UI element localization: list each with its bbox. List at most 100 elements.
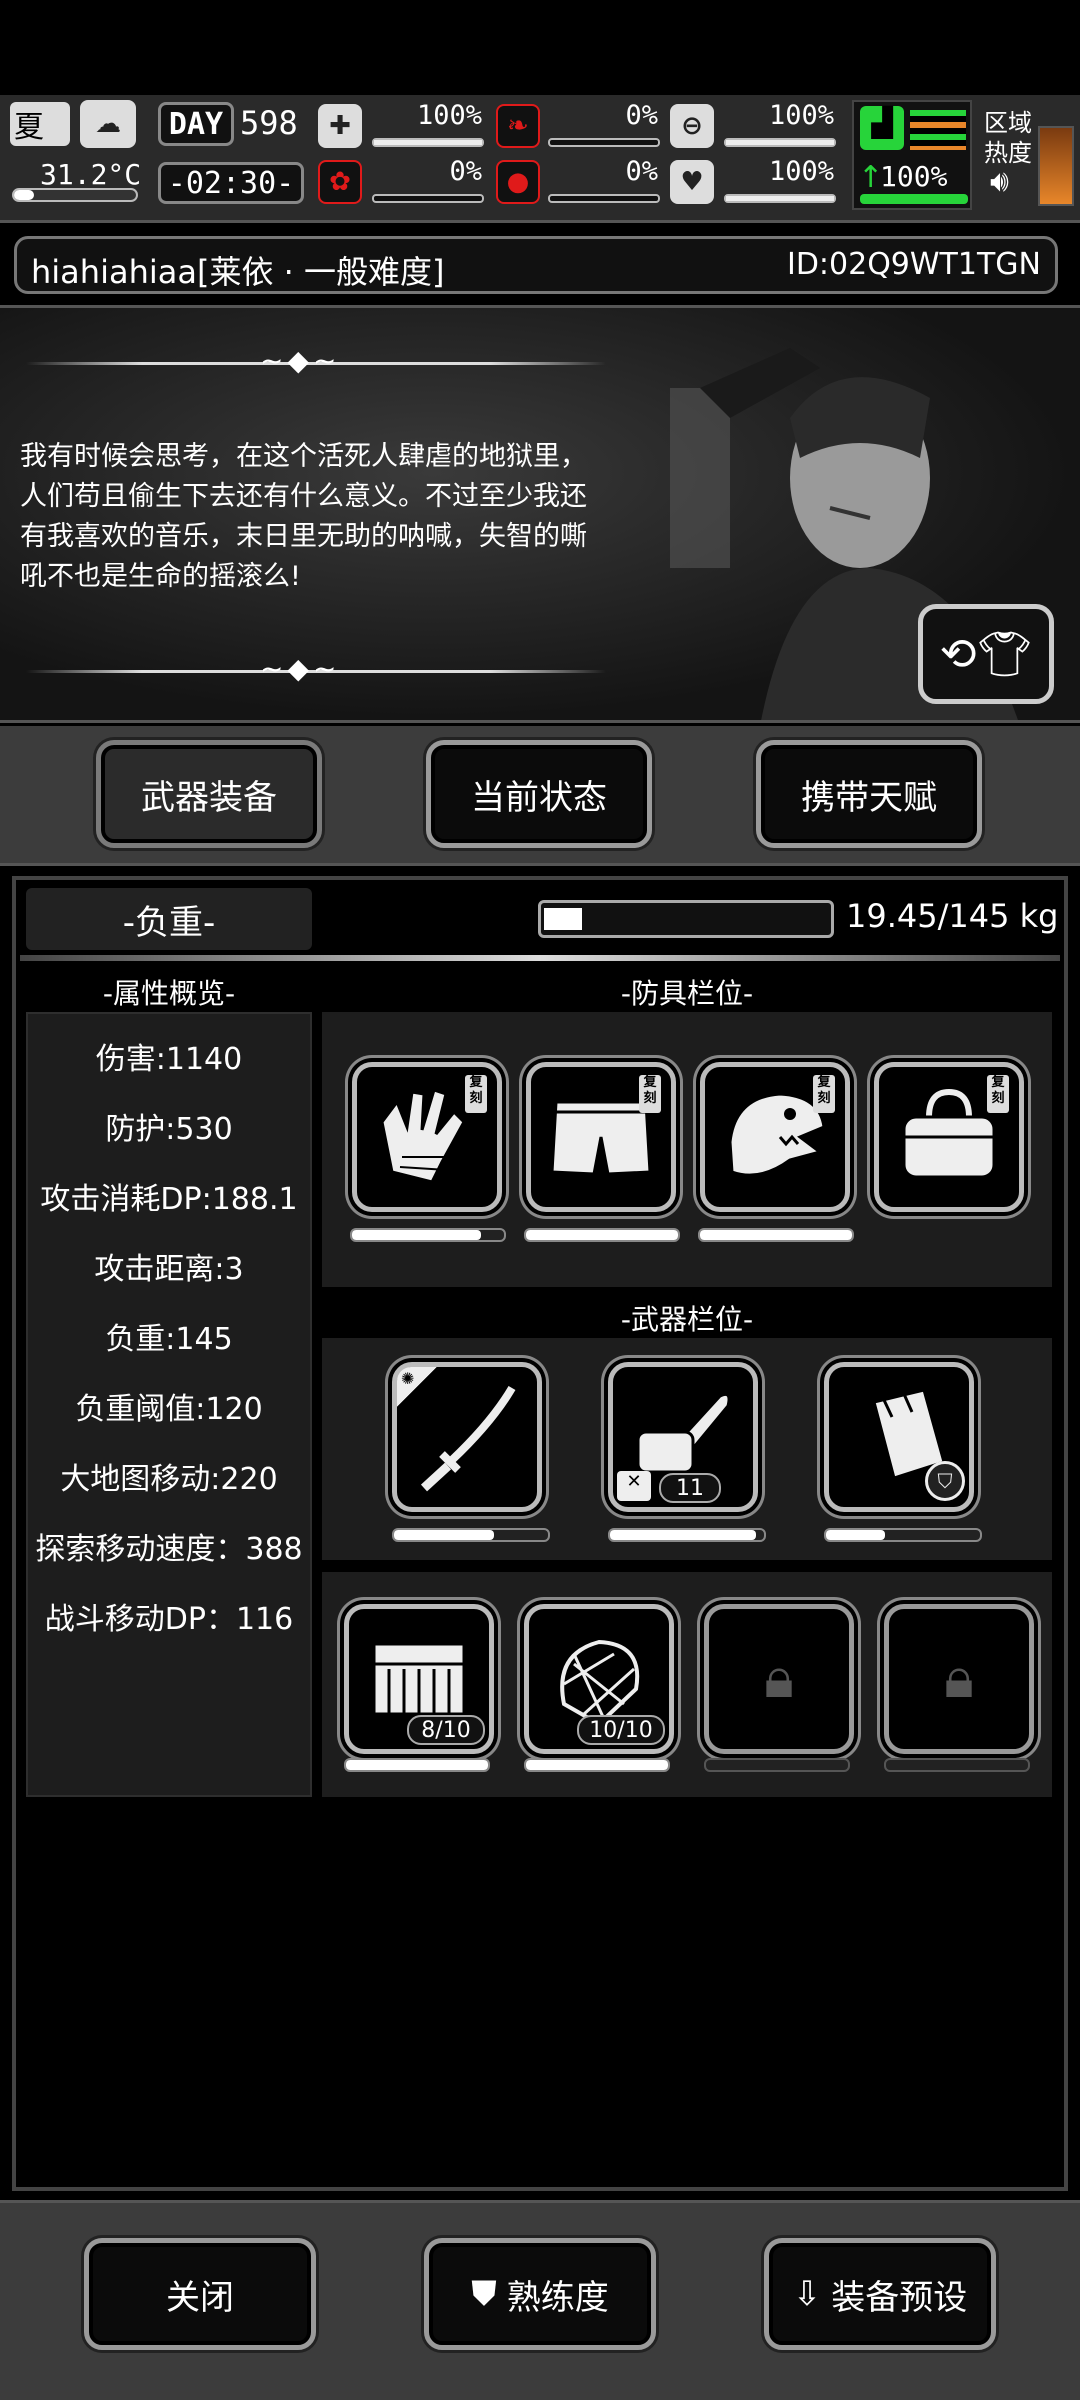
weapon-slot-katana[interactable]: ✺: [392, 1362, 542, 1512]
armor-durability-2: [698, 1228, 854, 1242]
proficiency-button[interactable]: ⛊ 熟练度: [424, 2238, 656, 2350]
replica-tag: 复刻: [987, 1075, 1009, 1113]
day-box: DAY: [158, 102, 234, 146]
lock-icon: 🔒︎: [944, 1646, 974, 1711]
sanity-pct: 0%: [449, 156, 482, 187]
blood-bar: [548, 194, 660, 203]
item-slot-locked-0[interactable]: 🔒︎: [704, 1604, 854, 1754]
temperature-label: 31.2°C: [40, 158, 142, 191]
tab-label: 当前状态: [471, 777, 607, 818]
weapon-durability-2: [824, 1528, 982, 1542]
day-label: DAY: [168, 106, 224, 142]
armor-slot-gloves[interactable]: 复刻: [352, 1062, 502, 1212]
armor-durability-1: [524, 1228, 680, 1242]
thermometer-icon: [12, 188, 138, 202]
proficiency-label: 熟练度: [506, 2277, 609, 2318]
item-count: 10/10: [577, 1715, 665, 1745]
weapon-slot-chainsaw[interactable]: ✕ 11: [608, 1362, 758, 1512]
boot-icon: ▟: [860, 106, 904, 150]
item-bar-0: [344, 1758, 490, 1772]
player-name: hiahiahiaa[莱依 · 一般难度]: [31, 253, 445, 291]
outfit-switch-button[interactable]: ⟲👕︎: [918, 604, 1054, 704]
weapon-slot-shield[interactable]: ⛉: [824, 1362, 974, 1512]
blood-drop-icon: ●: [496, 160, 540, 204]
item-count: 8/10: [407, 1715, 485, 1745]
health-bar: [372, 138, 484, 147]
attr-attack-dp: 攻击消耗DP:188.1: [40, 1182, 298, 1217]
player-id: ID:02Q9WT1TGN: [786, 247, 1041, 282]
ammo-icon: ✕: [617, 1471, 651, 1501]
preset-icon: ⇩: [792, 2274, 822, 2314]
ornament-bottom-icon: ~◆~: [260, 652, 341, 685]
medkit-icon: ✚: [318, 104, 362, 148]
separator: [20, 955, 1060, 961]
load-bar: [538, 900, 834, 938]
day-value: 598: [240, 104, 298, 142]
weapon-durability-1: [608, 1528, 766, 1542]
blood-pct: 0%: [625, 156, 658, 187]
heart-icon: ♥: [670, 160, 714, 204]
item-slot-crate[interactable]: 8/10: [344, 1604, 494, 1754]
replica-tag: 复刻: [813, 1075, 835, 1113]
load-label: -负重-: [26, 888, 312, 950]
outfit-switch-icon: ⟲👕︎: [939, 629, 1033, 680]
tab-talents[interactable]: 携带天赋: [756, 740, 982, 848]
replica-tag: 复刻: [639, 1075, 661, 1113]
item-bar-2: [704, 1758, 850, 1772]
story-text: 我有时候会思考，在这个活死人肆虐的地狱里，人们苟且偷生下去还有什么意义。不过至少…: [20, 441, 587, 592]
player-bar: hiahiahiaa[莱依 · 一般难度] ID:02Q9WT1TGN: [14, 236, 1058, 294]
attributes-header: -属性概览-: [102, 977, 236, 1010]
attr-damage: 伤害:1140: [95, 1042, 243, 1077]
armor-slot-dino-mask[interactable]: 复刻: [700, 1062, 850, 1212]
brain-icon: ✿: [318, 160, 362, 204]
hunger-bar: [548, 138, 660, 147]
armor-slot-shorts[interactable]: 复刻: [526, 1062, 676, 1212]
shield-badge-icon: ⛉: [925, 1461, 965, 1501]
capsule-icon: ⊖: [670, 104, 714, 148]
heat-stripes: [910, 110, 966, 150]
ammo-count: 11: [659, 1473, 721, 1503]
armor-slot-bag[interactable]: 复刻: [874, 1062, 1024, 1212]
close-button[interactable]: 关闭: [84, 2238, 316, 2350]
item-slot-locked-1[interactable]: 🔒︎: [884, 1604, 1034, 1754]
attr-defense: 防护:530: [105, 1112, 233, 1147]
heart-bar: [724, 194, 836, 203]
time-box: -02:30-: [158, 162, 304, 204]
sanity-bar: [372, 194, 484, 203]
lock-icon: 🔒︎: [764, 1646, 794, 1711]
weapon-durability-0: [392, 1528, 550, 1542]
time-label: -02:30-: [167, 165, 295, 201]
stomach-icon: ❧: [496, 104, 540, 148]
armor-durability-0: [350, 1228, 506, 1242]
item-bar-3: [884, 1758, 1030, 1772]
equipment-preset-button[interactable]: ⇩ 装备预设: [764, 2238, 996, 2350]
health-pct: 100%: [416, 100, 482, 131]
hunger-pct: 0%: [625, 100, 658, 131]
proficiency-icon: ⛊: [471, 2274, 497, 2314]
fatigue-box: ▟ ↑ 100%: [852, 100, 972, 210]
tab-label: 携带天赋: [801, 777, 937, 818]
armor-header: -防具栏位-: [620, 977, 754, 1010]
stamina-bar: [724, 138, 836, 147]
load-text: 19.45/145 kg: [846, 897, 1059, 935]
load-bar-fill: [544, 908, 582, 930]
attr-combat-move-dp: 战斗移动DP：116: [44, 1602, 294, 1637]
item-slot-net[interactable]: 10/10: [524, 1604, 674, 1754]
tab-label: 武器装备: [141, 777, 277, 818]
attr-load: 负重:145: [105, 1322, 233, 1357]
replica-tag: 复刻: [465, 1075, 487, 1113]
item-bar-1: [524, 1758, 670, 1772]
close-label: 关闭: [166, 2277, 234, 2318]
speaker-icon[interactable]: 🔊︎: [990, 164, 1009, 199]
zone-heat-label: 区域热度: [984, 109, 1032, 167]
tab-weapons-equipment[interactable]: 武器装备: [96, 740, 322, 848]
paw-badge-icon: ✺: [397, 1367, 437, 1407]
season-box: 夏: [10, 102, 70, 146]
fatigue-bar: [860, 194, 968, 204]
attr-attack-range: 攻击距离:3: [94, 1252, 244, 1287]
weapons-header: -武器栏位-: [620, 1303, 754, 1336]
tab-current-status[interactable]: 当前状态: [426, 740, 652, 848]
attr-map-move: 大地图移动:220: [60, 1462, 278, 1497]
zone-heat-meter: [1038, 126, 1074, 206]
attr-load-threshold: 负重阈值:120: [75, 1392, 263, 1427]
